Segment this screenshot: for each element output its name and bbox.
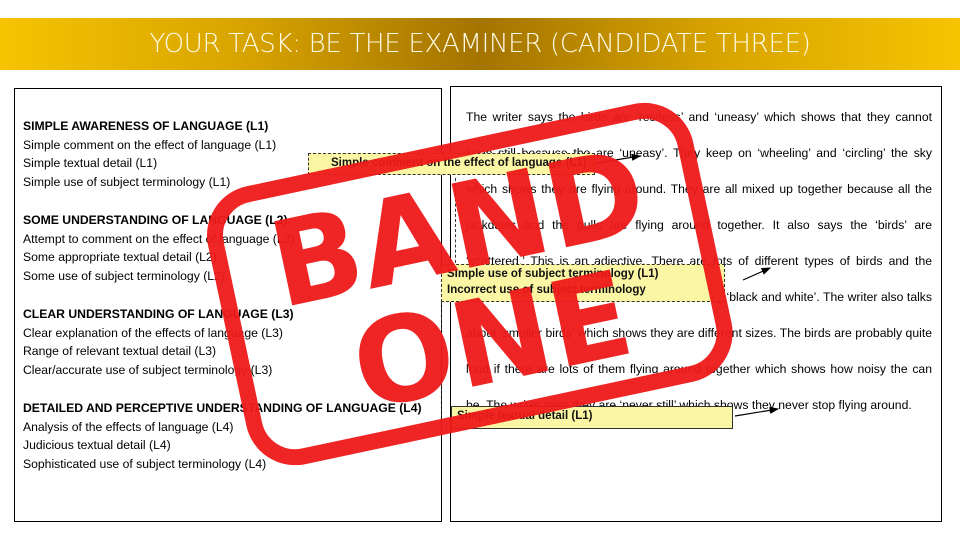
candidate-answer-text: The writer says the birds are ‘restless’… [466,99,932,423]
dashed-connector [441,302,442,432]
annotation-comment-effect: Simple comment on the effect of language… [308,153,595,175]
annotation-text: Simple textual detail (L1) [457,410,593,422]
criteria-item: Simple use of subject terminology (L1) [23,174,231,189]
annotation-text: Simple use of subject terminology (L1) [447,268,659,280]
criteria-heading: CLEAR UNDERSTANDING OF LANGUAGE (L3) [23,307,294,321]
criteria-item: Simple comment on the effect of language… [23,137,277,152]
criteria-heading: DETAILED AND PERCEPTIVE UNDERSTANDING OF… [23,401,422,415]
annotation-terminology: Simple use of subject terminology (L1) I… [441,264,725,302]
dashed-connector [455,178,456,268]
criteria-level-3: CLEAR UNDERSTANDING OF LANGUAGE (L3) Cle… [23,305,443,379]
criteria-level-4: DETAILED AND PERCEPTIVE UNDERSTANDING OF… [23,399,443,473]
criteria-item: Some appropriate textual detail (L2) [23,250,217,264]
criteria-heading: SIMPLE AWARENESS OF LANGUAGE (L1) [23,119,269,133]
criteria-item: Judicious textual detail (L4) [23,438,171,452]
answer-paragraph: The writer says the birds are ‘restless’… [466,110,932,412]
candidate-answer-panel: The writer says the birds are ‘restless’… [450,86,942,522]
annotation-textual-detail: Simple textual detail (L1) [451,406,733,429]
criteria-item: Sophisticated use of subject terminology… [23,456,267,471]
annotation-text: Simple comment on the effect of language… [331,157,587,169]
criteria-item: Clear explanation of the effects of lang… [23,325,283,340]
criteria-item: Some use of subject terminology (L2) [23,268,225,283]
annotation-text: Incorrect use of subject terminology [447,284,646,296]
criteria-item: Analysis of the effects of language (L4) [23,419,234,434]
criteria-item: Attempt to comment on the effect of lang… [23,231,295,246]
criteria-item: Range of relevant textual detail (L3) [23,344,217,358]
criteria-heading: SOME UNDERSTANDING OF LANGUAGE (L2) [23,213,288,227]
criteria-item: Clear/accurate use of subject terminolog… [23,362,273,377]
criteria-level-2: SOME UNDERSTANDING OF LANGUAGE (L2) Atte… [23,211,443,285]
page-title: YOUR TASK: BE THE EXAMINER (CANDIDATE TH… [149,29,811,59]
